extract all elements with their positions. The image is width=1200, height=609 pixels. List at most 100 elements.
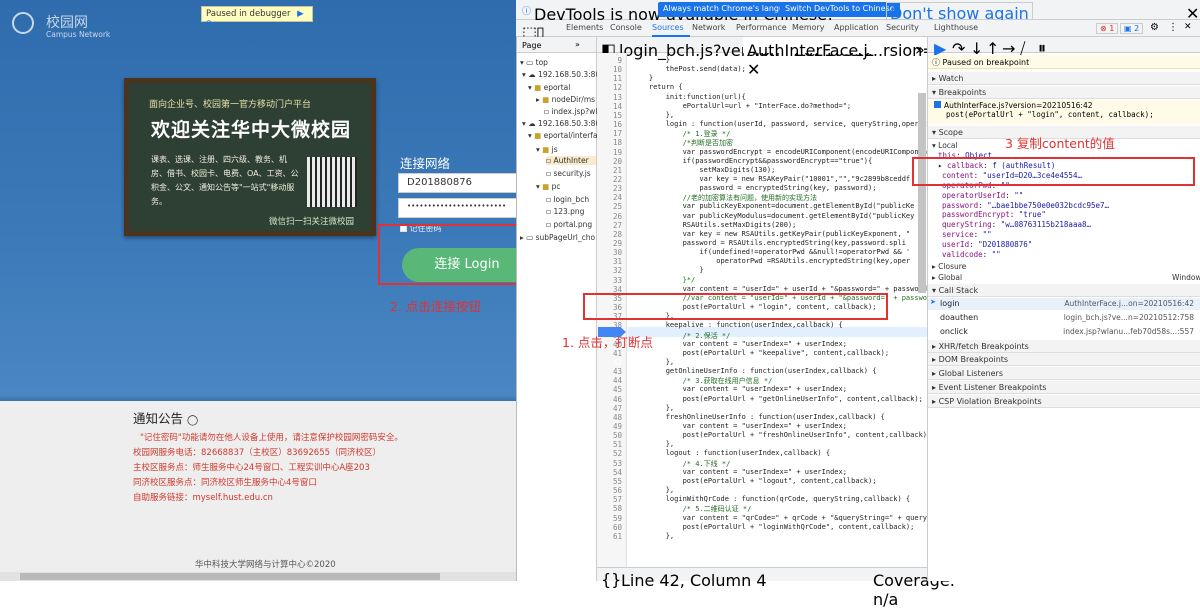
line-number[interactable]: 30: [613, 248, 622, 257]
line-number[interactable]: 10: [613, 65, 622, 74]
tree-item-file[interactable]: ▫ 123.png: [546, 207, 584, 216]
line-number[interactable]: 53: [613, 459, 622, 468]
tree-item-file[interactable]: ▫ portal.png: [546, 220, 592, 229]
tree-item-file[interactable]: ▫ security.js: [546, 169, 591, 178]
chevron-right-icon[interactable]: »: [575, 40, 580, 49]
dom-breakpoints-section[interactable]: ▸ DOM Breakpoints: [928, 353, 1200, 366]
csp-breakpoints-section[interactable]: ▸ CSP Violation Breakpoints: [928, 395, 1200, 408]
line-number[interactable]: 11: [613, 74, 622, 83]
tab-memory[interactable]: Memory: [792, 23, 825, 32]
callstack-section[interactable]: ▾ Call Stack: [928, 284, 1200, 297]
line-number[interactable]: 15: [613, 111, 622, 120]
line-number[interactable]: 58: [613, 504, 622, 513]
scrollbar-thumb[interactable]: [20, 573, 440, 580]
scope-global[interactable]: ▸ Global: [932, 273, 962, 282]
close-devtools-icon[interactable]: ✕: [1184, 22, 1192, 32]
line-number[interactable]: 54: [613, 468, 622, 477]
line-number[interactable]: 18: [613, 138, 622, 147]
line-number[interactable]: 61: [613, 532, 622, 541]
gear-icon[interactable]: ⚙: [1150, 22, 1159, 33]
tree-item-folder[interactable]: ▾ ■ js: [536, 145, 558, 154]
line-number[interactable]: 56: [613, 486, 622, 495]
line-number[interactable]: 46: [613, 395, 622, 404]
line-number[interactable]: 9: [617, 56, 622, 65]
tab-elements[interactable]: Elements: [566, 23, 603, 32]
switch-chinese-button[interactable]: Switch DevTools to Chinese: [780, 2, 900, 17]
more-tabs-icon[interactable]: »: [915, 40, 925, 59]
event-listener-breakpoints-section[interactable]: ▸ Event Listener Breakpoints: [928, 381, 1200, 394]
line-number[interactable]: 43: [613, 367, 622, 376]
tab-security[interactable]: Security: [886, 23, 919, 32]
line-number[interactable]: 52: [613, 449, 622, 458]
line-number[interactable]: 29: [613, 239, 622, 248]
tab-sources[interactable]: Sources: [652, 23, 684, 32]
warning-badge[interactable]: ▣ 2: [1120, 23, 1144, 34]
tab-console[interactable]: Console: [610, 23, 642, 32]
error-badge[interactable]: ⊗ 1: [1096, 23, 1119, 34]
password-field[interactable]: ••••••••••••••••••••••••: [398, 198, 518, 218]
tab-application[interactable]: Application: [834, 23, 879, 32]
line-number[interactable]: 51: [613, 440, 622, 449]
line-number[interactable]: 23: [613, 184, 622, 193]
line-number[interactable]: 20: [613, 157, 622, 166]
global-listeners-section[interactable]: ▸ Global Listeners: [928, 367, 1200, 380]
line-number[interactable]: 57: [613, 495, 622, 504]
breakpoints-section[interactable]: ▾ Breakpoints: [928, 86, 1200, 99]
line-number[interactable]: 21: [613, 166, 622, 175]
line-number[interactable]: 44: [613, 376, 622, 385]
more-icon[interactable]: ⋮: [1168, 22, 1178, 33]
line-number[interactable]: 42: [613, 358, 622, 367]
line-number[interactable]: 50: [613, 431, 622, 440]
line-number[interactable]: 26: [613, 212, 622, 221]
xhr-breakpoints-section[interactable]: ▸ XHR/fetch Breakpoints: [928, 340, 1200, 353]
page-tab[interactable]: Page: [522, 41, 541, 50]
tab-performance[interactable]: Performance: [736, 23, 787, 32]
line-number[interactable]: 48: [613, 413, 622, 422]
line-number[interactable]: 25: [613, 202, 622, 211]
tree-item-file[interactable]: ▫ index.jsp?wl: [544, 107, 597, 116]
tree-item-origin[interactable]: ▾ ☁ 192.168.50.3:808: [522, 70, 605, 79]
callstack-function[interactable]: doauthen: [940, 313, 978, 322]
line-number[interactable]: 17: [613, 129, 622, 138]
callstack-location[interactable]: AuthInterFace.j...on=20210516:42: [1064, 299, 1194, 308]
scope-local[interactable]: ▾ Local: [932, 141, 958, 150]
notice-line[interactable]: 自助服务链接：myself.hust.edu.cn: [133, 491, 273, 503]
line-number[interactable]: 60: [613, 523, 622, 532]
line-number[interactable]: 33: [613, 276, 622, 285]
scope-property[interactable]: operatorUserId: "": [942, 191, 1023, 200]
tree-item-folder[interactable]: ▾ ■ eportal/interfa: [528, 131, 598, 140]
line-number[interactable]: 27: [613, 221, 622, 230]
scope-property[interactable]: queryString: "w…08763115b218aaa8…: [942, 220, 1091, 229]
callstack-location[interactable]: login_bch.js?ve...n=20210512:758: [1064, 313, 1194, 322]
watch-section[interactable]: ▸ Watch: [928, 72, 1200, 85]
username-field[interactable]: D201880876: [398, 173, 518, 193]
line-number[interactable]: 28: [613, 230, 622, 239]
line-number[interactable]: 14: [613, 102, 622, 111]
line-number[interactable]: 16: [613, 120, 622, 129]
scope-property[interactable]: userId: "D201880876": [942, 240, 1032, 249]
tree-item-folder[interactable]: ▾ ■ eportal: [528, 83, 570, 92]
scope-closure[interactable]: ▸ Closure: [932, 262, 966, 271]
tab-lighthouse[interactable]: Lighthouse: [934, 23, 978, 32]
tree-item-file-selected[interactable]: ▫ AuthInter: [546, 156, 596, 165]
breakpoint-entry[interactable]: AuthInterFace.js?version=20210516:42 pos…: [928, 100, 1200, 124]
editor-scrollbar[interactable]: [918, 93, 926, 293]
scope-property[interactable]: password: "…bae1bbe750e0e032bcdc95e7…: [942, 201, 1109, 210]
tree-item-folder[interactable]: ▾ ■ pc: [536, 182, 561, 191]
tab-network[interactable]: Network: [692, 23, 725, 32]
line-number[interactable]: 59: [613, 514, 622, 523]
tree-item-file[interactable]: ▫ login_bch: [546, 195, 589, 204]
tree-item-frame[interactable]: ▸ ▭ subPageUrl_cho: [520, 233, 595, 242]
step-over-icon[interactable]: ↷: [206, 19, 213, 29]
line-number[interactable]: 32: [613, 266, 622, 275]
scope-property[interactable]: passwordEncrypt: "true": [942, 210, 1046, 219]
line-number[interactable]: 31: [613, 257, 622, 266]
line-number[interactable]: 47: [613, 404, 622, 413]
line-number[interactable]: 24: [613, 193, 622, 202]
tree-item-origin[interactable]: ▾ ☁ 192.168.50.3:808: [522, 119, 605, 128]
close-tab-icon[interactable]: ✕: [747, 60, 760, 79]
scope-property[interactable]: service: "": [942, 230, 992, 239]
line-number[interactable]: 12: [613, 83, 622, 92]
callstack-location[interactable]: index.jsp?wlanu...feb70d58s...:557: [1063, 327, 1194, 336]
line-number[interactable]: 49: [613, 422, 622, 431]
